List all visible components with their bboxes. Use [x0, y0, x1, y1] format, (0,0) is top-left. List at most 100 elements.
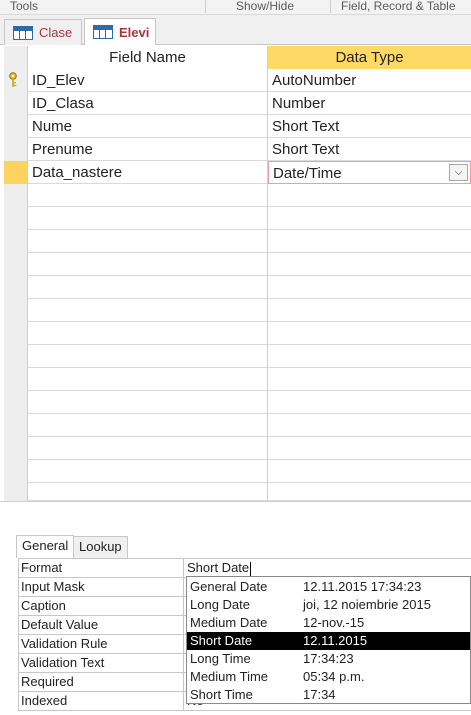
row-selector[interactable]: [4, 483, 28, 501]
field-name-cell[interactable]: [28, 345, 268, 368]
data-type-cell[interactable]: Short Text: [268, 115, 471, 138]
format-option[interactable]: Long Time 17:34:23: [187, 650, 470, 668]
row-selector[interactable]: [4, 414, 28, 437]
empty-row[interactable]: [4, 207, 471, 230]
field-name-cell[interactable]: [28, 414, 268, 437]
chevron-down-icon[interactable]: ⌵: [449, 164, 468, 181]
row-selector[interactable]: [4, 322, 28, 345]
row-selector[interactable]: [4, 460, 28, 483]
ribbon-group-labels: Tools Show/Hide Field, Record & Table: [0, 0, 471, 15]
empty-row[interactable]: [4, 322, 471, 345]
field-name-cell[interactable]: ID_Clasa: [28, 92, 268, 115]
format-dropdown-list[interactable]: General Date 12.11.2015 17:34:23 Long Da…: [186, 576, 471, 704]
row-selector[interactable]: [4, 391, 28, 414]
field-name-cell[interactable]: [28, 207, 268, 230]
empty-row[interactable]: [4, 437, 471, 460]
field-name-cell[interactable]: [28, 322, 268, 345]
row-selector[interactable]: [4, 253, 28, 276]
data-type-cell[interactable]: [268, 322, 471, 345]
field-name-cell[interactable]: [28, 437, 268, 460]
empty-row[interactable]: [4, 253, 471, 276]
empty-row[interactable]: [4, 414, 471, 437]
data-type-cell[interactable]: [268, 391, 471, 414]
format-option-name: General Date: [190, 579, 268, 594]
property-label: Required: [18, 673, 184, 692]
field-name-cell[interactable]: Nume: [28, 115, 268, 138]
field-name-cell[interactable]: [28, 391, 268, 414]
field-name-cell[interactable]: [28, 276, 268, 299]
select-all-corner[interactable]: [4, 46, 28, 69]
data-type-cell[interactable]: [268, 368, 471, 391]
field-row[interactable]: ID_Elev AutoNumber: [4, 69, 471, 92]
data-type-cell[interactable]: AutoNumber: [268, 69, 471, 92]
empty-row[interactable]: [4, 230, 471, 253]
field-row[interactable]: Nume Short Text: [4, 115, 471, 138]
field-name-cell[interactable]: [28, 299, 268, 322]
field-name-cell[interactable]: [28, 230, 268, 253]
data-type-cell[interactable]: Number: [268, 92, 471, 115]
field-name-cell[interactable]: [28, 368, 268, 391]
row-selector[interactable]: [4, 230, 28, 253]
column-header-data-type[interactable]: Data Type: [268, 46, 471, 69]
format-option[interactable]: Medium Time 05:34 p.m.: [187, 668, 470, 686]
format-option[interactable]: General Date 12.11.2015 17:34:23: [187, 578, 470, 596]
column-header-field-name[interactable]: Field Name: [28, 46, 268, 69]
empty-row[interactable]: [4, 391, 471, 414]
data-type-cell[interactable]: [268, 414, 471, 437]
row-selector[interactable]: [4, 138, 28, 161]
data-type-cell[interactable]: [268, 276, 471, 299]
row-selector[interactable]: [4, 115, 28, 138]
format-option[interactable]: Long Date joi, 12 noiembrie 2015: [187, 596, 470, 614]
field-row[interactable]: ID_Clasa Number: [4, 92, 471, 115]
format-option[interactable]: Medium Date 12-nov.-15: [187, 614, 470, 632]
data-type-cell[interactable]: [268, 184, 471, 207]
property-label: Default Value: [18, 616, 184, 635]
row-selector[interactable]: [4, 345, 28, 368]
format-option-name: Short Time: [190, 687, 253, 702]
data-type-cell[interactable]: [268, 460, 471, 483]
data-type-cell[interactable]: [268, 299, 471, 322]
tab-lookup[interactable]: Lookup: [73, 536, 128, 558]
field-name-cell[interactable]: [28, 253, 268, 276]
field-name-cell[interactable]: [28, 483, 268, 501]
row-selector[interactable]: [4, 368, 28, 391]
row-selector[interactable]: [4, 184, 28, 207]
format-option[interactable]: Short Time 17:34: [187, 686, 470, 704]
row-selector[interactable]: [4, 276, 28, 299]
empty-row[interactable]: [4, 276, 471, 299]
row-selector[interactable]: [4, 299, 28, 322]
field-name-cell[interactable]: Data_nastere: [28, 161, 268, 184]
field-name-cell[interactable]: ID_Elev: [28, 69, 268, 92]
row-selector[interactable]: [4, 92, 28, 115]
empty-row[interactable]: [4, 483, 471, 501]
data-type-cell[interactable]: [268, 483, 471, 501]
format-option-selected[interactable]: Short Date 12.11.2015: [187, 632, 470, 650]
field-name-cell[interactable]: Prenume: [28, 138, 268, 161]
ribbon-separator: [330, 0, 331, 13]
empty-row[interactable]: [4, 345, 471, 368]
field-name-cell[interactable]: [28, 460, 268, 483]
empty-row[interactable]: [4, 299, 471, 322]
data-type-cell[interactable]: [268, 207, 471, 230]
empty-row[interactable]: [4, 460, 471, 483]
data-type-select[interactable]: Date/Time ⌵: [268, 161, 471, 184]
empty-row[interactable]: [4, 368, 471, 391]
row-selector[interactable]: [4, 207, 28, 230]
data-type-cell[interactable]: [268, 230, 471, 253]
data-type-cell[interactable]: [268, 345, 471, 368]
tab-clase[interactable]: Clase: [4, 19, 82, 45]
row-selector[interactable]: [4, 437, 28, 460]
format-option-name: Medium Time: [190, 669, 269, 684]
row-selector[interactable]: [4, 69, 28, 92]
data-type-cell[interactable]: Short Text: [268, 138, 471, 161]
data-type-cell[interactable]: [268, 253, 471, 276]
empty-row[interactable]: [4, 184, 471, 207]
field-row-current[interactable]: Data_nastere Date/Time ⌵: [4, 161, 471, 184]
current-row-selector[interactable]: [4, 161, 28, 184]
field-name-cell[interactable]: [28, 184, 268, 207]
tab-elevi[interactable]: Elevi: [84, 18, 156, 45]
format-option-example: 17:34:23: [303, 651, 354, 666]
field-row[interactable]: Prenume Short Text: [4, 138, 471, 161]
tab-general[interactable]: General: [16, 535, 75, 558]
data-type-cell[interactable]: [268, 437, 471, 460]
